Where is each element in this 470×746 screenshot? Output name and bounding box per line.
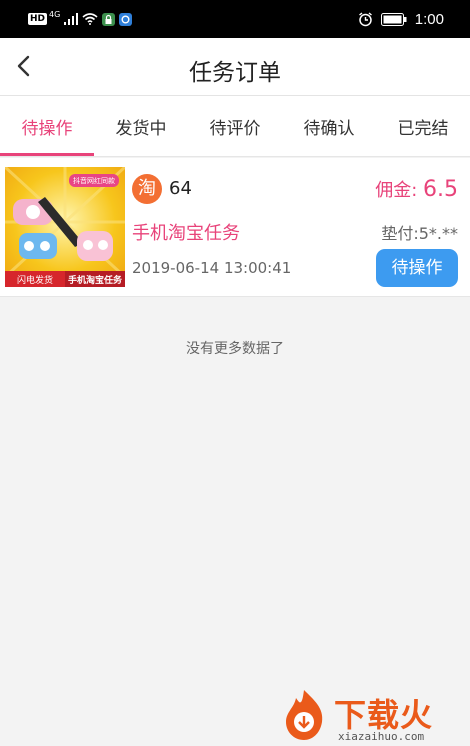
tab-completed[interactable]: 已完结 bbox=[376, 114, 470, 139]
watermark: 下载火 xiazaihuo.com bbox=[276, 686, 470, 746]
alarm-icon bbox=[358, 11, 372, 26]
advance-payment: 垫付:5*.** bbox=[381, 224, 458, 243]
product-thumbnail[interactable]: 抖音网红同款 闪电发货 手机淘宝任务 bbox=[5, 167, 125, 287]
tab-shipping[interactable]: 发货中 bbox=[94, 114, 188, 139]
network-type: 4G bbox=[49, 9, 61, 19]
order-datetime: 2019-06-14 13:00:41 bbox=[132, 259, 292, 277]
task-name: 手机淘宝任务 bbox=[132, 223, 240, 244]
signal-icon bbox=[64, 13, 79, 25]
tab-pending-confirm[interactable]: 待确认 bbox=[282, 114, 376, 139]
status-bar: HD 4G 1:00 bbox=[0, 0, 470, 38]
tab-pending-review[interactable]: 待评价 bbox=[188, 114, 282, 139]
order-tabs: 待操作 发货中 待评价 待确认 已完结 bbox=[0, 96, 470, 157]
battery-icon bbox=[380, 12, 407, 26]
no-more-data-text: 没有更多数据了 bbox=[186, 341, 284, 357]
commission: 佣金: 6.5 bbox=[375, 176, 458, 202]
order-card[interactable]: 抖音网红同款 闪电发货 手机淘宝任务 淘 64 手机淘宝任务 2019-06-1… bbox=[0, 158, 470, 297]
app-icon bbox=[119, 12, 133, 26]
pending-operation-button[interactable]: 待操作 bbox=[376, 249, 458, 287]
active-tab-indicator bbox=[0, 153, 94, 156]
product-badge-left: 闪电发货 bbox=[16, 276, 53, 286]
page-title: 任务订单 bbox=[189, 60, 281, 86]
hd-indicator: HD bbox=[28, 13, 48, 25]
tab-pending-operation[interactable]: 待操作 bbox=[0, 114, 94, 139]
app-header: 任务订单 bbox=[0, 38, 470, 96]
product-banner-text: 抖音网红同款 bbox=[73, 177, 115, 185]
taobao-icon: 淘 bbox=[132, 174, 162, 204]
commission-value: 6.5 bbox=[423, 177, 458, 202]
status-right-icons: 1:00 bbox=[358, 10, 444, 28]
clock-time: 1:00 bbox=[414, 10, 444, 28]
lock-app-icon bbox=[102, 12, 116, 26]
product-badge-right: 手机淘宝任务 bbox=[67, 276, 122, 286]
status-left-icons: HD 4G bbox=[28, 9, 133, 27]
watermark-url: xiazaihuo.com bbox=[338, 730, 425, 743]
wifi-icon bbox=[82, 13, 98, 25]
flame-logo-icon bbox=[286, 690, 323, 740]
order-number: 64 bbox=[169, 178, 192, 199]
commission-label: 佣金: bbox=[375, 180, 423, 201]
